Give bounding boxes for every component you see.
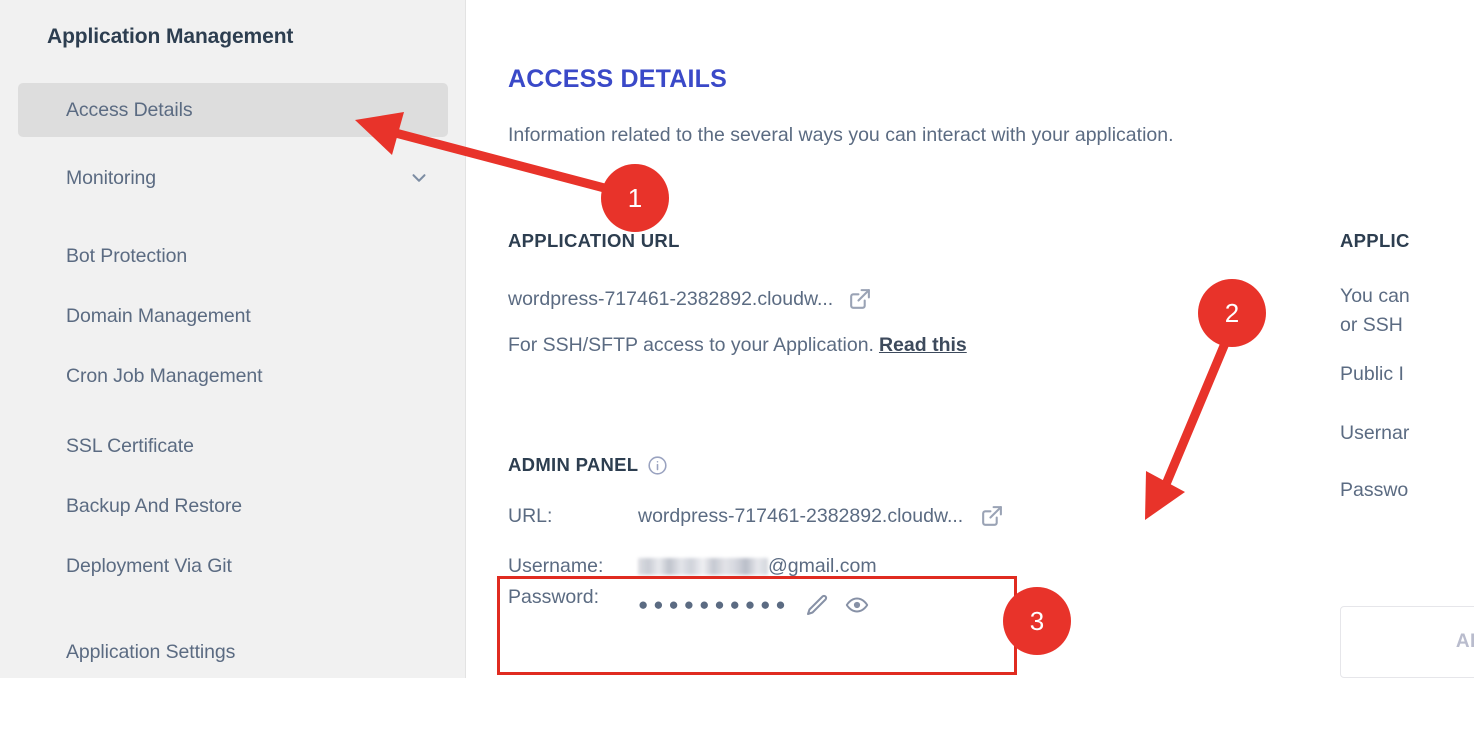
admin-panel-url-value[interactable]: wordpress-717461-2382892.cloudw... bbox=[638, 505, 963, 528]
admin-panel-password-key: Password: bbox=[508, 586, 600, 608]
access-details-left-column: APPLICATION URL wordpress-717461-2382892… bbox=[508, 230, 1208, 617]
eye-icon[interactable] bbox=[845, 593, 869, 617]
application-url-value[interactable]: wordpress-717461-2382892.cloudw... bbox=[508, 288, 833, 311]
sidebar-item-label: Monitoring bbox=[66, 166, 157, 189]
application-credentials-column: APPLIC You can or SSH Public I Usernar P… bbox=[1340, 230, 1474, 502]
credentials-username-row: Usernar bbox=[1340, 422, 1410, 444]
external-link-icon[interactable] bbox=[979, 504, 1004, 529]
page-title: ACCESS DETAILS bbox=[508, 64, 728, 93]
annotation-badge-1: 1 bbox=[601, 164, 669, 232]
application-credentials-label: APPLIC bbox=[1340, 230, 1410, 251]
pencil-icon[interactable] bbox=[805, 593, 829, 617]
main-content: ACCESS DETAILS Information related to th… bbox=[467, 0, 1474, 678]
application-credentials-line-2: or SSH bbox=[1340, 314, 1403, 336]
sidebar-item-bot-protection[interactable]: Bot Protection bbox=[18, 229, 448, 283]
annotation-badge-3: 3 bbox=[1003, 587, 1071, 655]
sidebar-item-domain-management[interactable]: Domain Management bbox=[18, 289, 448, 343]
credentials-password-row: Passwo bbox=[1340, 479, 1409, 501]
sidebar: Application Management Access Details Mo… bbox=[0, 0, 466, 678]
sidebar-item-label: Deployment Via Git bbox=[66, 554, 232, 577]
page-subtitle: Information related to the several ways … bbox=[508, 123, 1174, 146]
application-url-label-text: APPLICATION URL bbox=[508, 230, 680, 251]
admin-panel-username-row: Username: @gmail.com bbox=[508, 555, 1208, 578]
sidebar-item-cron-job-management[interactable]: Cron Job Management bbox=[18, 349, 448, 403]
chevron-down-icon[interactable] bbox=[408, 167, 430, 189]
application-url-row: wordpress-717461-2382892.cloudw... bbox=[508, 287, 1208, 312]
sidebar-item-monitoring[interactable]: Monitoring bbox=[18, 151, 448, 205]
sidebar-item-deployment-via-git[interactable]: Deployment Via Git bbox=[18, 539, 448, 593]
sidebar-item-label: Access Details bbox=[66, 98, 193, 121]
sidebar-item-access-details[interactable]: Access Details bbox=[18, 83, 448, 137]
sidebar-item-label: Bot Protection bbox=[66, 244, 188, 267]
admin-panel-username-key: Username: bbox=[508, 555, 604, 577]
admin-panel-label-text: ADMIN PANEL bbox=[508, 454, 639, 475]
admin-panel-url-row: URL: wordpress-717461-2382892.cloudw... bbox=[508, 504, 1208, 529]
ssh-sftp-note-row: For SSH/SFTP access to your Application.… bbox=[508, 334, 1208, 357]
info-icon[interactable] bbox=[647, 455, 668, 476]
admin-panel-username-value: @gmail.com bbox=[768, 555, 877, 577]
annotation-badge-2: 2 bbox=[1198, 279, 1266, 347]
sidebar-item-label: SSL Certificate bbox=[66, 434, 194, 457]
external-link-icon[interactable] bbox=[847, 287, 872, 312]
admin-panel-url-key: URL: bbox=[508, 505, 553, 527]
access-details-page: Application Management Access Details Mo… bbox=[0, 0, 1474, 678]
sidebar-title: Application Management bbox=[47, 25, 294, 48]
sidebar-item-application-settings[interactable]: Application Settings bbox=[18, 625, 448, 678]
password-masked-value: ●●●●●●●●●● bbox=[638, 595, 791, 614]
sidebar-item-label: Application Settings bbox=[66, 640, 236, 663]
admin-panel-section-label: ADMIN PANEL bbox=[508, 454, 1208, 476]
public-ip-row: Public I bbox=[1340, 363, 1404, 385]
sidebar-item-ssl-certificate[interactable]: SSL Certificate bbox=[18, 419, 448, 473]
redacted-username bbox=[638, 558, 768, 575]
sidebar-item-backup-and-restore[interactable]: Backup And Restore bbox=[18, 479, 448, 533]
ssh-sftp-note-text: For SSH/SFTP access to your Application. bbox=[508, 334, 874, 356]
add-credentials-button[interactable]: AD bbox=[1340, 606, 1474, 678]
application-url-section-label: APPLICATION URL bbox=[508, 230, 1208, 252]
sidebar-item-label: Domain Management bbox=[66, 304, 251, 327]
sidebar-item-label: Backup And Restore bbox=[66, 494, 242, 517]
read-this-link[interactable]: Read this bbox=[879, 334, 967, 357]
application-credentials-line-1: You can bbox=[1340, 285, 1410, 307]
sidebar-item-label: Cron Job Management bbox=[66, 364, 263, 387]
